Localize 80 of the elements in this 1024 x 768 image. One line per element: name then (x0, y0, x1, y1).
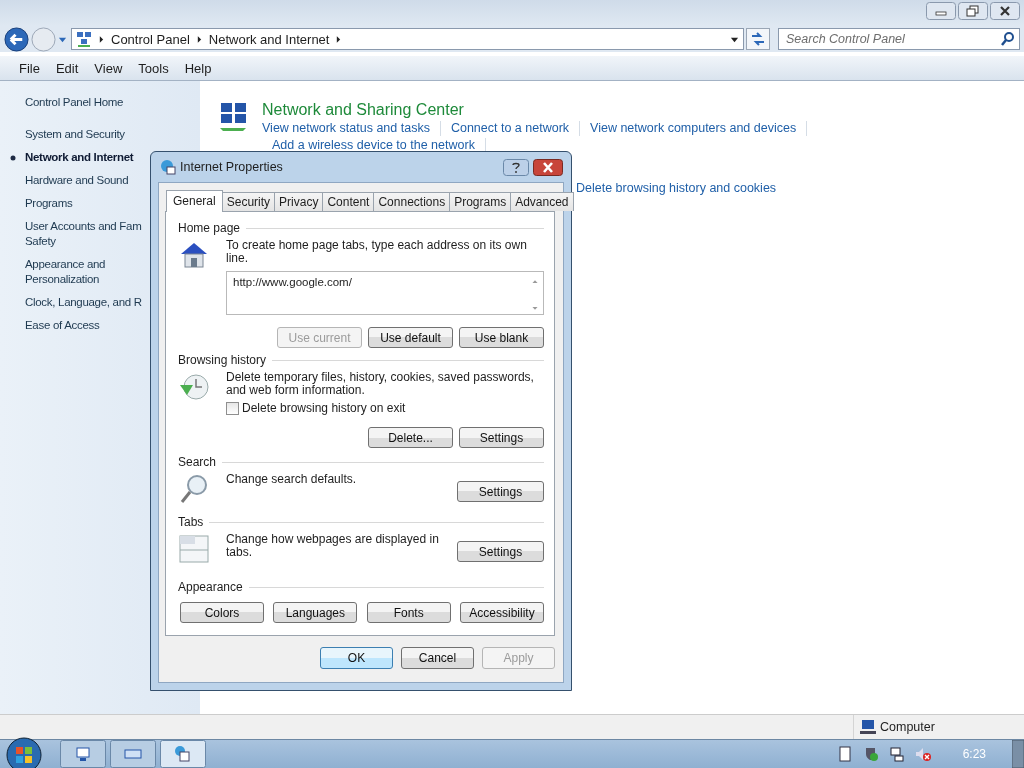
sidebar-link[interactable]: Control Panel Home (25, 95, 124, 110)
group-heading: Appearance (178, 580, 243, 594)
sidebar-link[interactable]: Ease of Access (25, 318, 100, 333)
tab[interactable]: General (166, 190, 223, 212)
dialog-title: Internet Properties (180, 160, 283, 174)
sidebar-link[interactable]: Network and Internet (25, 150, 134, 165)
document-icon[interactable] (836, 746, 853, 762)
sidebar-link[interactable]: User Accounts and Fam Safety (25, 219, 142, 249)
menu-item[interactable]: View (94, 60, 123, 76)
tab[interactable]: Content (322, 192, 375, 211)
taskbar-button[interactable] (110, 740, 156, 768)
button[interactable]: Fonts (366, 602, 451, 623)
tab[interactable]: Advanced (510, 192, 574, 211)
button[interactable]: Cancel (401, 647, 474, 669)
description-text: Delete temporary files, history, cookies, saved passwords, and web form information. (226, 371, 535, 397)
status-text: Computer (880, 720, 935, 734)
tab[interactable]: Privacy (274, 192, 324, 211)
clock-arrow-icon (178, 371, 210, 403)
button[interactable]: Colors (180, 602, 264, 623)
button[interactable]: Delete... (368, 427, 453, 448)
task-link[interactable]: View network status and tasks (262, 121, 441, 136)
home-page-field[interactable]: http://www.google.com/ (226, 271, 544, 315)
checkbox-label[interactable]: Delete browsing history on exit (242, 401, 406, 415)
button[interactable]: Use default (368, 327, 453, 348)
back-button[interactable] (4, 26, 29, 52)
button[interactable]: Settings (459, 427, 544, 448)
search-field[interactable]: Search Control Panel (778, 28, 1020, 50)
taskbar-button[interactable] (60, 740, 106, 768)
menu-item[interactable]: Help (184, 60, 212, 76)
menu-item[interactable]: File (19, 60, 40, 76)
category-title[interactable]: Network and Sharing Center (262, 101, 822, 119)
address-bar[interactable]: Control Panel Network and Internet (71, 28, 744, 50)
menu-item[interactable]: Edit (55, 60, 79, 76)
sidebar-link[interactable]: Hardware and Sound (25, 173, 129, 188)
description-text: Change how webpages are displayed in tabs. (226, 533, 440, 559)
button[interactable]: OK (320, 647, 393, 669)
help-button[interactable] (503, 158, 529, 176)
refresh-button[interactable] (746, 28, 770, 50)
description-text: To create home page tabs, type each address on its own line. (226, 239, 528, 265)
breadcrumb[interactable]: Network and Internet (208, 31, 330, 47)
sidebar-link[interactable]: Appearance and Personalization (25, 257, 106, 287)
chevron-icon[interactable] (99, 35, 104, 43)
menu-item[interactable]: Tools (138, 60, 169, 76)
field-value: http://www.google.com/ (233, 276, 352, 290)
taskbar-button[interactable] (160, 740, 206, 768)
muted-speaker-icon[interactable] (914, 746, 931, 762)
start-button[interactable] (6, 737, 42, 768)
close-button[interactable] (533, 158, 563, 176)
internet-options-icon (160, 159, 176, 175)
chevron-icon[interactable] (196, 35, 202, 43)
chevron-icon[interactable] (336, 35, 342, 43)
network-icon[interactable] (888, 746, 905, 762)
description-text: Change search defaults. (226, 473, 358, 486)
tab[interactable]: Security (221, 192, 276, 211)
button[interactable]: Languages (273, 602, 358, 623)
button[interactable]: Settings (457, 541, 544, 562)
network-icon (76, 31, 92, 47)
sidebar-link[interactable]: System and Security (25, 127, 125, 142)
magnifier-icon (178, 473, 210, 505)
search-icon[interactable] (1000, 31, 1016, 47)
group-heading: Search (178, 455, 217, 469)
group-heading: Browsing history (178, 353, 267, 367)
sidebar-link[interactable]: Clock, Language, and R (25, 295, 142, 310)
task-link[interactable]: View network computers and devices (580, 121, 808, 136)
task-link[interactable]: Connect to a network (440, 121, 581, 136)
group-heading: Tabs (178, 515, 204, 529)
computer-icon (860, 719, 876, 735)
button[interactable]: Use blank (459, 327, 544, 348)
close-button[interactable] (990, 2, 1020, 20)
restore-button[interactable] (958, 2, 988, 20)
tab[interactable]: Connections (373, 192, 451, 211)
button[interactable]: Settings (457, 481, 544, 502)
task-link[interactable]: Delete browsing history and cookies (576, 181, 787, 196)
tabs-window-icon (178, 533, 210, 565)
sidebar-link[interactable]: Programs (25, 196, 73, 211)
group-heading: Home page (178, 221, 241, 235)
breadcrumb[interactable]: Control Panel (111, 31, 190, 47)
tab[interactable]: Programs (449, 192, 512, 211)
button[interactable]: Accessibility (460, 602, 544, 623)
checkbox[interactable] (226, 401, 239, 415)
